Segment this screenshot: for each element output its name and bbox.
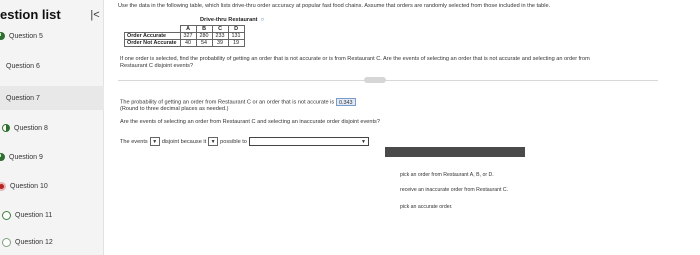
table-caption: Drive-thru Restaurant ○ (200, 17, 265, 23)
table-cell: 40 (179, 39, 197, 47)
table-cell: 54 (195, 39, 213, 47)
reason-dropdown-menu (385, 147, 525, 157)
expand-handle[interactable] (364, 77, 386, 83)
table-cell: 233 (211, 32, 229, 40)
sidebar-item-question-9[interactable]: Question 9 (0, 145, 104, 169)
sidebar-item-question-11[interactable]: Question 11 (0, 203, 104, 227)
part1-prompt: The probability of getting an order from… (120, 98, 356, 106)
sidebar-item-label: Question 12 (15, 238, 53, 246)
question-intro: Use the data in the following table, whi… (118, 3, 551, 9)
sidebar-item-question-5[interactable]: Question 5 (0, 24, 104, 48)
table-cell: 39 (211, 39, 229, 47)
not-attempted-icon (2, 210, 11, 220)
table-cell: 19 (227, 39, 245, 47)
fill-suffix: possible to (220, 138, 247, 145)
probability-answer-field[interactable]: 0.343 (335, 98, 356, 106)
dropdown-option[interactable]: pick an order from Restaurant A, B, or D… (400, 172, 494, 178)
sidebar-item-label: Question 10 (10, 182, 48, 190)
column-header: D (227, 25, 245, 33)
table-row: Order Accurate 327 280 233 131 (124, 32, 245, 40)
it-is-dropdown[interactable]: ▼ (208, 137, 219, 146)
table-cell: 131 (227, 32, 245, 40)
disjoint-answer-row: The events ▼ disjoint because it ▼ possi… (120, 137, 369, 146)
table-row: Order Not Accurate 40 54 39 19 (124, 39, 245, 47)
table-header-row: A B C D (124, 25, 245, 33)
sidebar-item-label: Question 8 (14, 124, 48, 132)
dropdown-option[interactable]: receive an inaccurate order from Restaur… (400, 187, 508, 193)
sidebar-item-label: Question 7 (6, 94, 40, 102)
data-table: A B C D Order Accurate 327 280 233 131 O… (124, 25, 245, 47)
chevron-down-icon: ▼ (210, 138, 216, 145)
sidebar-item-label: Question 9 (9, 153, 43, 161)
sidebar-item-question-6[interactable]: Question 6 (0, 54, 104, 78)
row-header: Order Accurate (124, 32, 181, 40)
part2-prompt: Are the events of selecting an order fro… (120, 119, 380, 125)
half-credit-icon (2, 124, 10, 132)
column-header: B (195, 25, 213, 33)
sidebar-item-question-12[interactable]: Question 12 (0, 230, 104, 254)
sidebar-item-question-7[interactable]: Question 7 (0, 86, 104, 110)
collapse-sidebar-button[interactable]: |< (88, 8, 102, 22)
fill-middle: disjoint because it (161, 138, 207, 145)
sidebar-item-label: Question 6 (6, 62, 40, 70)
column-header: A (179, 25, 197, 33)
question-text: If one order is selected, find the proba… (120, 56, 590, 69)
row-header: Order Not Accurate (124, 39, 181, 47)
reason-dropdown[interactable]: ▼ (248, 137, 369, 146)
chevron-down-icon: ▼ (360, 138, 366, 145)
fill-prefix: The events (120, 138, 148, 145)
table-cell: 280 (195, 32, 213, 40)
sidebar-item-label: Question 5 (9, 32, 43, 40)
question-list-title: estion list (0, 7, 61, 22)
copy-data-icon[interactable]: ○ (261, 17, 265, 23)
sidebar-item-question-10[interactable]: Question 10 (0, 174, 104, 198)
column-header: C (211, 25, 229, 33)
question-list-sidebar: estion list |< Question 5 Question 6 Que… (0, 0, 104, 255)
section-divider (118, 80, 658, 81)
not-attempted-icon (2, 237, 11, 247)
incorrect-icon (0, 181, 6, 191)
rounding-note: (Round to three decimal places as needed… (120, 106, 229, 112)
sidebar-item-question-8[interactable]: Question 8 (0, 116, 104, 140)
chevron-down-icon: ▼ (152, 138, 158, 145)
question-panel: Use the data in the following table, whi… (110, 0, 700, 255)
table-cell: 327 (179, 32, 197, 40)
events-are-dropdown[interactable]: ▼ (149, 137, 160, 146)
dropdown-option[interactable]: pick an accurate order. (400, 204, 452, 210)
partial-credit-icon (0, 153, 5, 161)
partial-credit-icon (0, 32, 5, 40)
sidebar-item-label: Question 11 (15, 211, 53, 219)
